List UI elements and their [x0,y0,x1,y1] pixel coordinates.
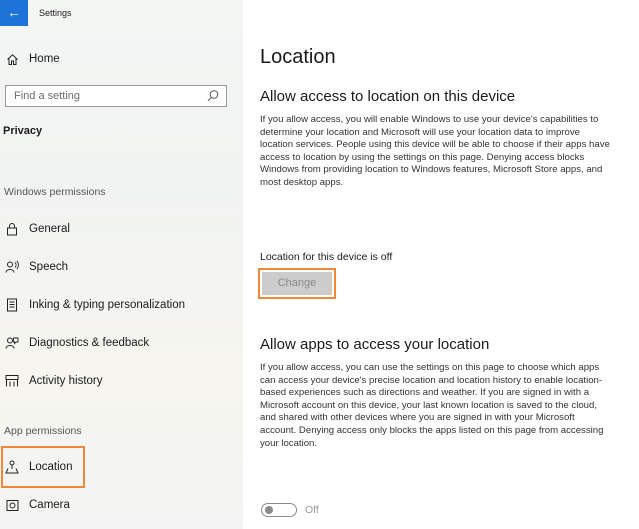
page-title: Location [260,46,336,68]
device-access-heading: Allow access to location on this device [260,88,516,105]
search-icon[interactable] [206,89,220,103]
sidebar-item-label: Camera [29,499,70,511]
main-content: Location Allow access to location on thi… [243,0,639,529]
app-access-description: If you allow access, you can use the set… [260,362,604,449]
sidebar-item-label: Diagnostics & feedback [29,337,150,349]
home-nav[interactable]: Home [0,48,243,70]
device-access-description: If you allow access, you will enable Win… [260,114,610,188]
sidebar-item-camera[interactable]: Camera [0,494,243,518]
inking-icon [4,297,20,313]
search-placeholder: Find a setting [14,90,81,102]
sidebar-item-activity-history[interactable]: Activity history [0,370,243,394]
section-heading-privacy: Privacy [3,125,43,137]
toggle-state-label: Off [305,504,319,516]
app-location-toggle[interactable] [261,503,297,517]
app-permissions-heading: App permissions [4,425,82,437]
sidebar-item-label: General [29,223,70,235]
sidebar: ← Settings Home Find a setting Privacy W… [0,0,243,529]
camera-icon [4,497,20,513]
sidebar-item-inking-typing[interactable]: Inking & typing personalization [0,294,243,318]
change-button[interactable]: Change [262,272,332,295]
window-title: Settings [39,8,72,18]
home-label: Home [29,53,60,65]
lock-icon [4,221,20,237]
diagnostics-icon [4,335,20,351]
selected-item-highlight [1,446,85,488]
home-icon [4,51,20,67]
device-location-status: Location for this device is off [260,251,393,263]
back-button[interactable]: ← [0,0,28,26]
speech-icon [4,259,20,275]
sidebar-item-label: Activity history [29,375,103,387]
search-input[interactable]: Find a setting [5,85,227,107]
sidebar-item-speech[interactable]: Speech [0,256,243,280]
title-bar: ← Settings [0,0,243,28]
app-access-heading: Allow apps to access your location [260,336,490,353]
sidebar-item-diagnostics-feedback[interactable]: Diagnostics & feedback [0,332,243,356]
sidebar-item-label: Speech [29,261,69,273]
sidebar-item-label: Inking & typing personalization [29,299,185,311]
windows-permissions-heading: Windows permissions [4,186,106,198]
sidebar-item-general[interactable]: General [0,218,243,242]
activity-history-icon [4,373,20,389]
toggle-knob [265,506,273,514]
